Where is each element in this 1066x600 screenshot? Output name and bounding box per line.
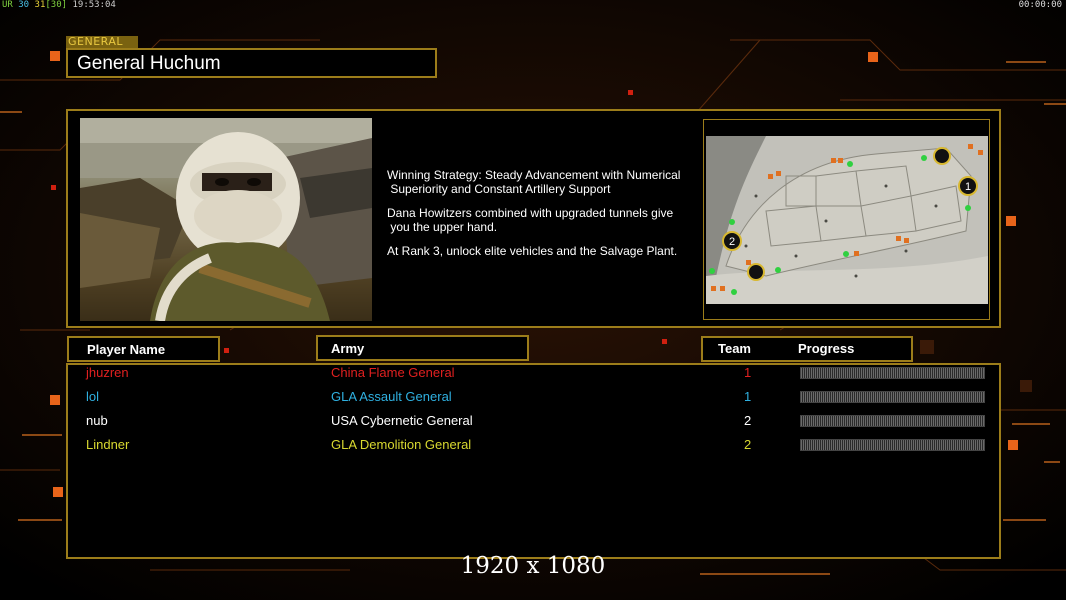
player-name: jhuzren — [86, 365, 129, 380]
army-header[interactable]: Army — [316, 335, 529, 361]
army-header-label: Army — [331, 341, 365, 356]
team-progress-header[interactable]: Team Progress — [701, 336, 913, 362]
player-name-header[interactable]: Player Name — [67, 336, 220, 362]
player-row: jhuzren China Flame General 1 — [0, 363, 1066, 383]
player-progress-bar — [800, 391, 985, 403]
player-team: 1 — [744, 365, 752, 380]
resolution-overlay: 1920 x 1080 — [460, 553, 606, 579]
map-preview: 1 2 — [706, 136, 988, 304]
progress-header-label: Progress — [798, 341, 855, 356]
strategy-text: Winning Strategy: Steady Advancement wit… — [387, 168, 697, 268]
player-progress-bar — [800, 415, 985, 427]
player-row: nub USA Cybernetic General 2 — [0, 411, 1066, 431]
player-team: 2 — [744, 437, 752, 452]
system-time: 19:53:04 — [72, 0, 116, 10]
general-name: General Huchum — [77, 53, 221, 74]
player-row: lol GLA Assault General 1 — [0, 387, 1066, 407]
map-marker-1: 1 — [965, 181, 971, 193]
player-name-header-label: Player Name — [87, 342, 166, 357]
player-team: 1 — [744, 389, 752, 404]
player-name: nub — [86, 413, 108, 428]
general-portrait-image — [80, 118, 372, 321]
map-marker-2: 2 — [729, 236, 735, 248]
player-army: GLA Assault General — [331, 389, 452, 404]
fps-readout: UR 30 31[30] 19:53:04 — [2, 0, 116, 10]
strategy-line-3: At Rank 3, unlock elite vehicles and the… — [387, 244, 678, 258]
player-army: GLA Demolition General — [331, 437, 472, 452]
player-progress-bar — [800, 439, 985, 451]
player-army: USA Cybernetic General — [331, 413, 473, 428]
game-clock: 00:00:00 — [1018, 0, 1062, 10]
fps-value-b: 31 — [34, 0, 46, 10]
fps-label: UR — [2, 0, 13, 10]
map-image: 1 2 — [706, 136, 988, 304]
general-tag: GENERAL — [66, 36, 138, 48]
fps-value-a: 30 — [18, 0, 30, 10]
player-army: China Flame General — [331, 365, 455, 380]
player-progress-bar — [800, 367, 985, 379]
player-name: Lindner — [86, 437, 130, 452]
player-name: lol — [86, 389, 100, 404]
strategy-line-1: Winning Strategy: Steady Advancement wit… — [387, 168, 681, 196]
general-title-box: General Huchum — [66, 48, 437, 78]
strategy-line-2: Dana Howitzers combined with upgraded tu… — [387, 206, 674, 234]
fps-value-c: [30] — [45, 0, 68, 10]
player-row: Lindner GLA Demolition General 2 — [0, 435, 1066, 455]
player-team: 2 — [744, 413, 752, 428]
general-portrait — [80, 118, 372, 321]
team-header-label: Team — [718, 341, 751, 356]
